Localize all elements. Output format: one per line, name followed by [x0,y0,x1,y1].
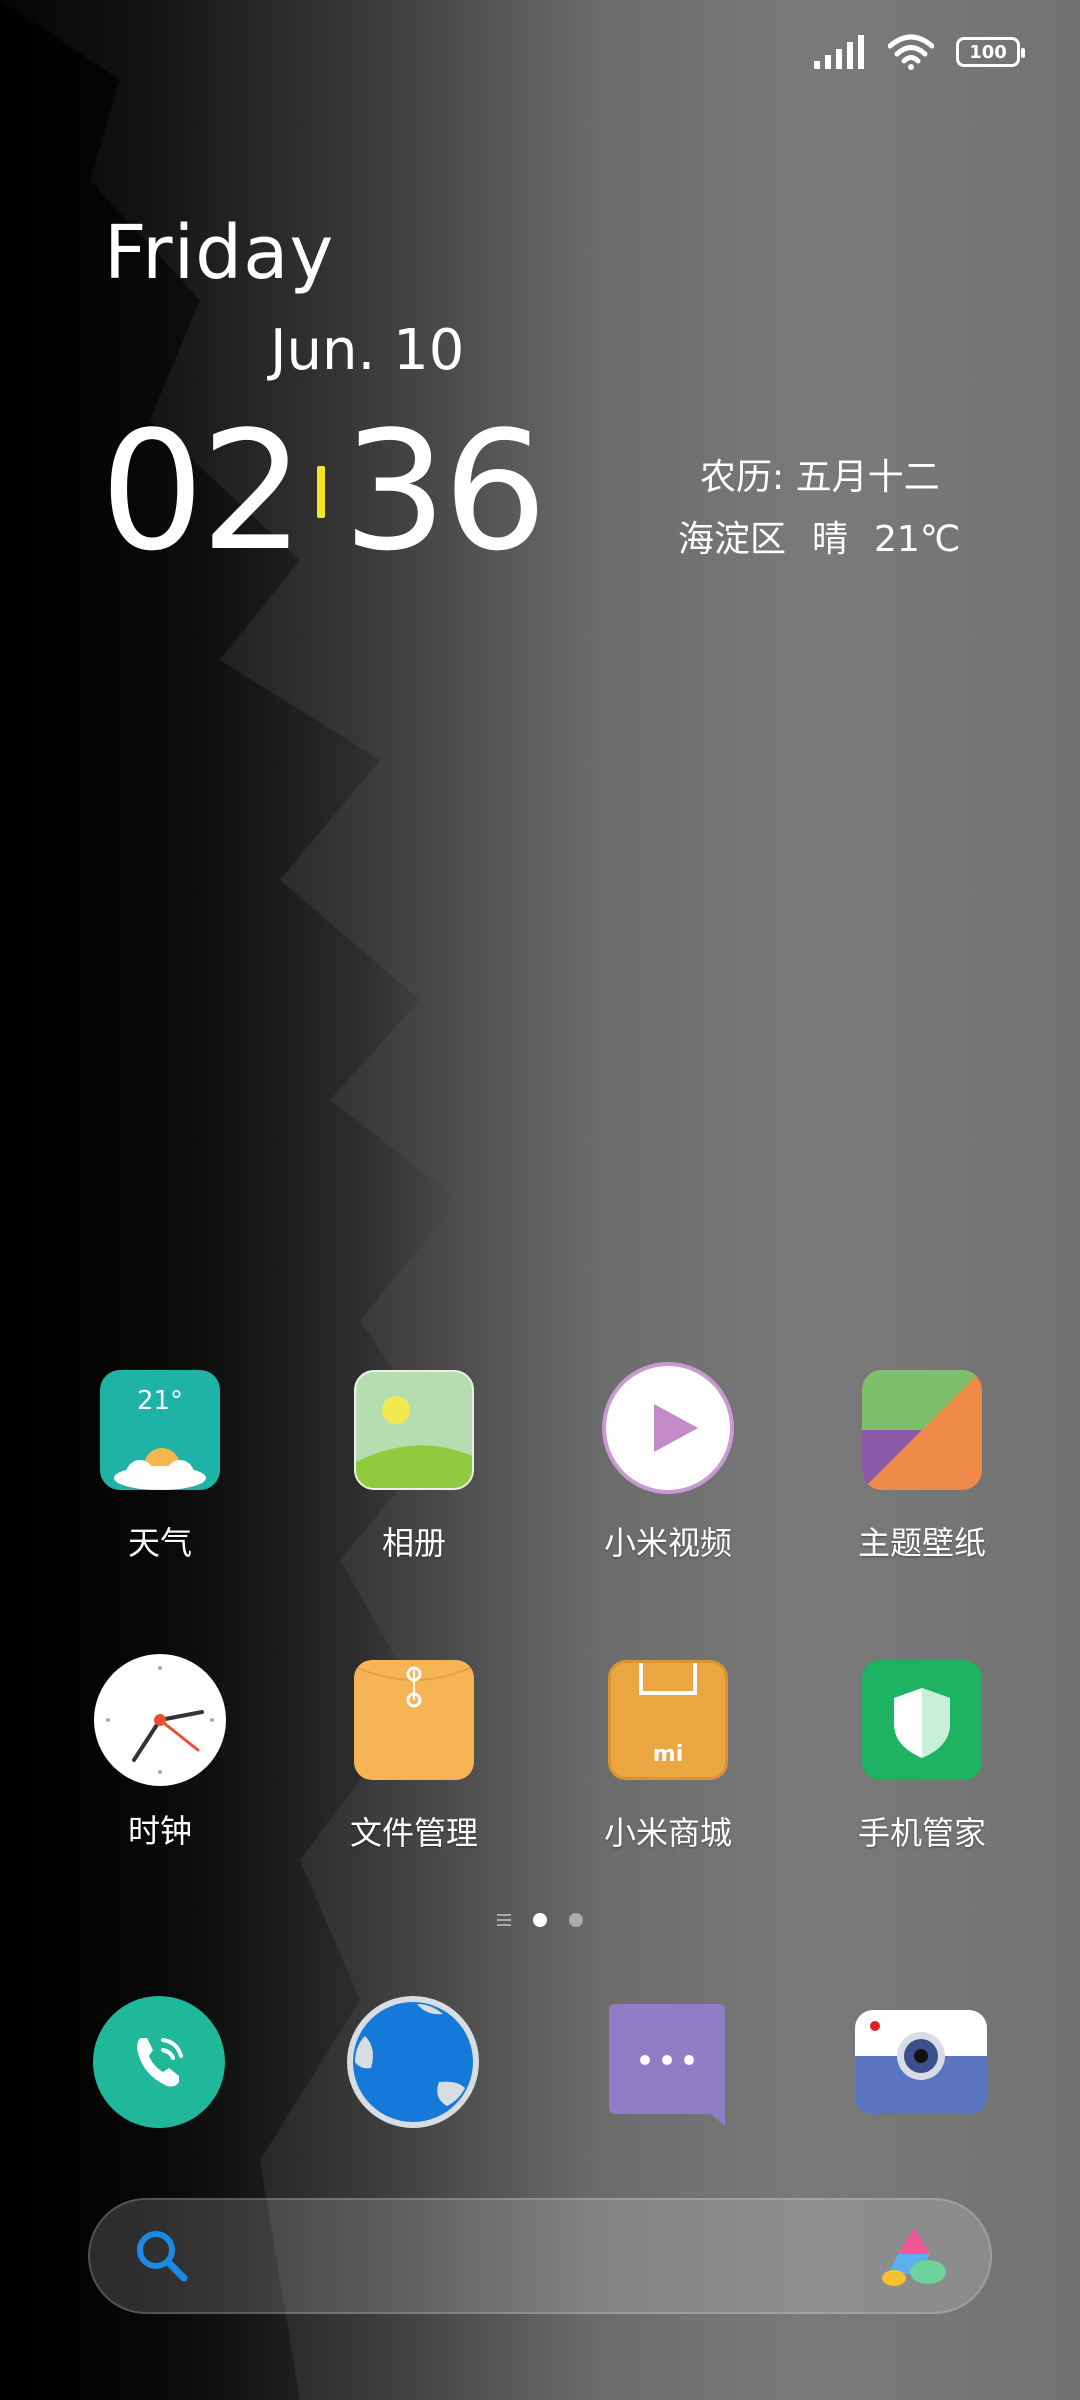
app-label: 小米视频 [603,1524,732,1562]
mi-store-icon: mi [608,1660,728,1780]
signal-icon [814,35,864,69]
day-of-week[interactable]: Friday [104,210,334,296]
gallery-icon [354,1370,474,1490]
clock-time[interactable]: 02 36 [100,396,548,587]
dock-phone[interactable] [93,1996,225,2128]
mi-store-badge: mi [652,1742,684,1767]
clock-hours: 02 [100,396,305,587]
dock-browser[interactable] [347,1996,479,2128]
weather-icon: 21° [100,1370,220,1490]
phone-icon [93,1996,225,2128]
assistant-icon[interactable] [880,2226,950,2290]
app-drawer-indicator-icon[interactable] [497,1914,511,1926]
wifi-icon [888,34,934,70]
browser-icon [347,1996,479,2128]
search-bar[interactable] [88,2198,992,2314]
page-indicator[interactable] [0,1913,1080,1927]
app-mi-video[interactable]: 小米视频 [568,1362,768,1564]
status-bar: 100 [814,32,1025,72]
messages-icon [609,2004,725,2126]
app-label: 天气 [127,1524,192,1562]
app-themes[interactable]: 主题壁纸 [822,1370,1022,1564]
weather-summary[interactable]: 海淀区晴 21℃ [678,510,960,562]
app-label: 手机管家 [857,1814,986,1852]
app-label: 文件管理 [349,1814,478,1852]
page-dot[interactable] [569,1913,583,1927]
weather-location: 海淀区 [678,519,787,560]
app-mi-store[interactable]: mi 小米商城 [568,1660,768,1854]
app-gallery[interactable]: 相册 [314,1370,514,1564]
app-security[interactable]: 手机管家 [822,1660,1022,1854]
battery-level: 100 [969,41,1007,63]
date-text[interactable]: Jun. 10 [270,318,464,383]
video-icon [602,1362,734,1494]
battery-icon: 100 [956,37,1025,67]
app-label: 相册 [381,1524,446,1562]
clock-icon [94,1654,226,1786]
search-input[interactable] [200,2230,844,2284]
themes-icon [862,1370,982,1490]
app-label: 小米商城 [603,1814,732,1852]
app-file-manager[interactable]: 文件管理 [314,1660,514,1854]
app-weather[interactable]: 21° 天气 [60,1370,260,1564]
weather-temperature: 21℃ [874,519,961,560]
camera-icon [855,2010,987,2114]
clock-separator [316,466,325,518]
page-dot-active[interactable] [533,1913,547,1927]
weather-icon-temp: 21° [136,1386,184,1416]
search-icon[interactable] [132,2226,192,2286]
dock-camera[interactable] [855,1996,987,2128]
app-label: 时钟 [127,1812,192,1850]
lunar-date: 农历: 五月十二 [700,457,940,498]
security-icon [862,1660,982,1780]
clock-minutes: 36 [342,396,548,587]
file-manager-icon [354,1660,474,1780]
app-clock[interactable]: 时钟 [60,1654,260,1852]
dock-messages[interactable] [601,1996,733,2128]
weather-condition: 晴 [812,519,849,560]
app-label: 主题壁纸 [857,1524,986,1562]
